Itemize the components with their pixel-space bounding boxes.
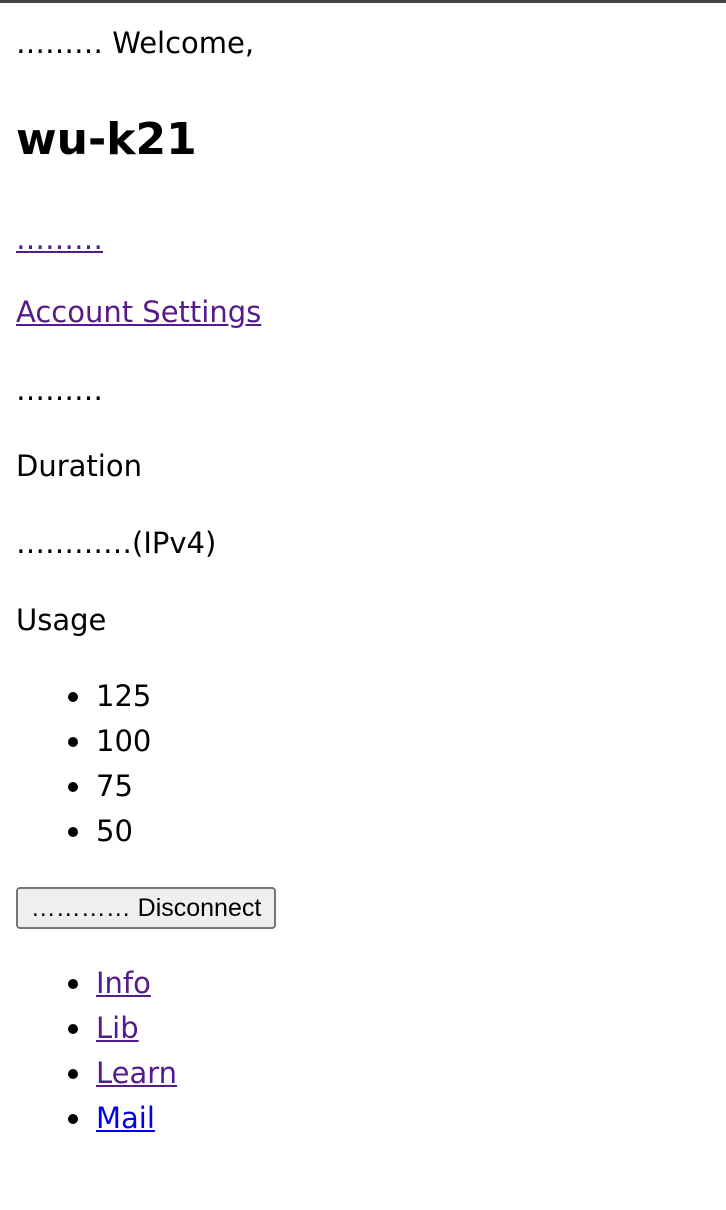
- account-settings-link[interactable]: Account Settings: [16, 293, 261, 331]
- usage-list-item: 50: [67, 809, 151, 854]
- disconnect-button[interactable]: ………… Disconnect: [16, 887, 276, 929]
- usage-list-item: 125: [67, 674, 151, 719]
- username-heading: wu-k21: [16, 114, 197, 165]
- nav-link-learn[interactable]: Learn: [96, 1056, 177, 1090]
- nav-item-lib: Lib: [67, 1006, 177, 1051]
- window-top-border: [0, 0, 726, 3]
- welcome-text: ……… Welcome,: [16, 26, 255, 60]
- usage-list-item: 100: [67, 719, 151, 764]
- nav-item-info: Info: [67, 961, 177, 1006]
- ip-label: …………(IPv4): [16, 526, 217, 560]
- nav-link-info[interactable]: Info: [96, 966, 151, 1000]
- usage-list-item: 75: [67, 764, 151, 809]
- nav-link-lib[interactable]: Lib: [96, 1011, 139, 1045]
- nav-link-mail[interactable]: Mail: [96, 1101, 155, 1135]
- duration-label: Duration: [16, 449, 142, 483]
- nav-list: Info Lib Learn Mail: [16, 961, 177, 1141]
- dots-link[interactable]: ………: [16, 220, 103, 258]
- dots-label: ………: [16, 373, 103, 407]
- nav-item-mail: Mail: [67, 1096, 177, 1141]
- nav-item-learn: Learn: [67, 1051, 177, 1096]
- usage-label: Usage: [16, 603, 107, 637]
- usage-list: 125 100 75 50: [16, 674, 151, 854]
